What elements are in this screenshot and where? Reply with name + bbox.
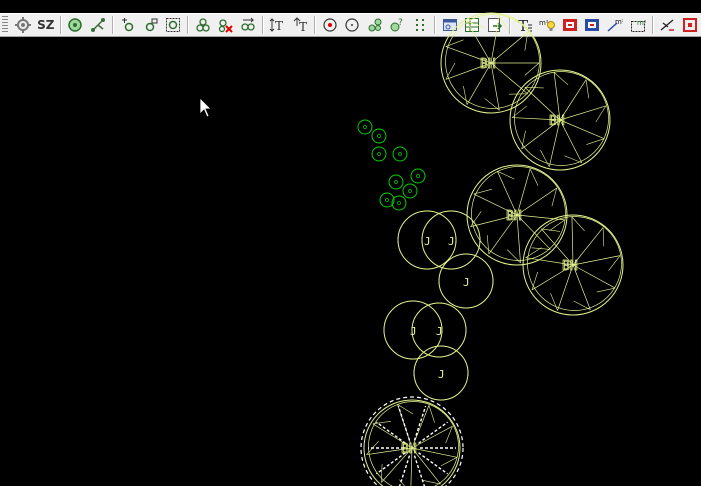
large-tree: BH [509, 69, 611, 171]
medium-tree-symbols: J J J J J J [383, 210, 494, 401]
plant-label: J [436, 325, 443, 338]
tree-label: BH [549, 114, 565, 129]
shrub [357, 119, 373, 135]
drawing-canvas[interactable]: BH BH BH BH BH J J J J J J [0, 0, 701, 486]
shrub [371, 128, 387, 144]
plant-label: J [424, 235, 431, 248]
large-tree: BH [440, 12, 542, 114]
shrub [402, 183, 418, 199]
shrub [391, 195, 407, 211]
shrub [410, 168, 426, 184]
tree-label: BH [562, 259, 578, 274]
tree-label: BH [506, 209, 522, 224]
tree-label: BH [401, 442, 417, 457]
large-tree: BH [360, 396, 464, 486]
medium-tree: J [383, 300, 443, 360]
tree-label: BH [480, 57, 496, 72]
medium-tree: J [438, 253, 494, 309]
plant-label: J [463, 276, 470, 289]
mouse-cursor-icon [199, 97, 212, 118]
plant-label: J [438, 368, 445, 381]
plant-label: J [448, 235, 455, 248]
shrub [392, 146, 408, 162]
plant-label: J [410, 325, 417, 338]
large-tree-symbols: BH BH BH BH BH [360, 12, 624, 486]
shrub [388, 174, 404, 190]
large-tree: BH [522, 214, 624, 316]
medium-tree: J [421, 210, 481, 270]
medium-tree: J [413, 345, 469, 401]
medium-tree: J [411, 302, 467, 358]
shrub [371, 146, 387, 162]
shrub-symbols [357, 119, 426, 211]
large-tree: BH [466, 164, 568, 266]
